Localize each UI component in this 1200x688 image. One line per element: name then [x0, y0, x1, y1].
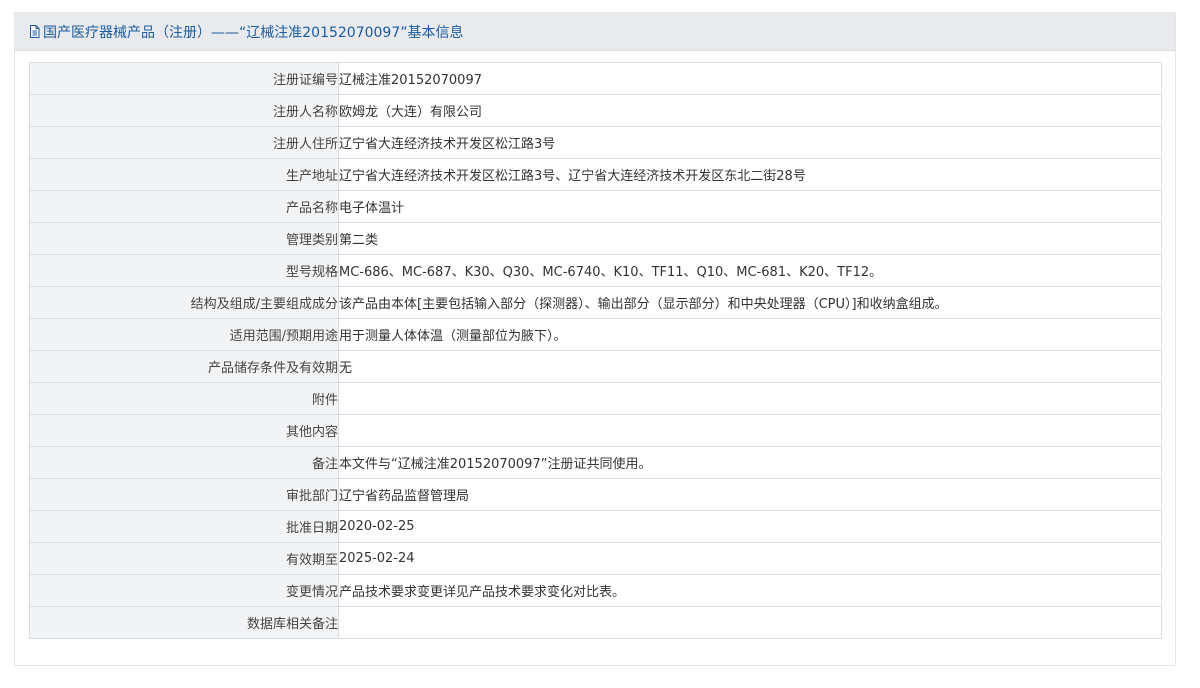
field-value: 辽宁省大连经济技术开发区松江路3号: [338, 126, 1162, 159]
field-value: 辽械注准20152070097: [338, 62, 1162, 95]
detail-panel: 国产医疗器械产品（注册）——“辽械注准20152070097”基本信息 注册证编…: [14, 12, 1176, 666]
field-label: 型号规格: [29, 254, 339, 287]
field-value: 用于测量人体体温（测量部位为腋下）。: [338, 318, 1162, 351]
table-row: 有效期至 2025-02-24: [29, 542, 1162, 575]
table-row: 产品名称 电子体温计: [29, 190, 1162, 223]
field-value: 欧姆龙（大连）有限公司: [338, 94, 1162, 127]
field-value: 无: [338, 350, 1162, 383]
table-row: 适用范围/预期用途 用于测量人体体温（测量部位为腋下）。: [29, 318, 1162, 351]
field-label: 管理类别: [29, 222, 339, 255]
field-label: 其他内容: [29, 414, 339, 447]
field-value: 电子体温计: [338, 190, 1162, 223]
table-row: 备注 本文件与“辽械注准20152070097”注册证共同使用。: [29, 446, 1162, 479]
field-value: MC-686、MC-687、K30、Q30、MC-6740、K10、TF11、Q…: [338, 254, 1162, 287]
table-row: 审批部门 辽宁省药品监督管理局: [29, 478, 1162, 511]
field-label: 注册人住所: [29, 126, 339, 159]
table-row: 生产地址 辽宁省大连经济技术开发区松江路3号、辽宁省大连经济技术开发区东北二街28…: [29, 158, 1162, 191]
field-label: 有效期至: [29, 542, 339, 575]
field-value: 本文件与“辽械注准20152070097”注册证共同使用。: [338, 446, 1162, 479]
field-label: 生产地址: [29, 158, 339, 191]
field-label: 附件: [29, 382, 339, 415]
panel-header: 国产医疗器械产品（注册）——“辽械注准20152070097”基本信息: [15, 13, 1175, 51]
field-value: 第二类: [338, 222, 1162, 255]
field-label: 注册证编号: [29, 62, 339, 95]
field-value: 2020-02-25: [338, 510, 1162, 543]
table-row: 管理类别 第二类: [29, 222, 1162, 255]
field-label: 备注: [29, 446, 339, 479]
document-icon: [29, 25, 40, 38]
field-label: 产品储存条件及有效期: [29, 350, 339, 383]
field-label: 注册人名称: [29, 94, 339, 127]
field-value: 辽宁省大连经济技术开发区松江路3号、辽宁省大连经济技术开发区东北二街28号: [338, 158, 1162, 191]
table-row: 附件: [29, 382, 1162, 415]
field-value: 该产品由本体[主要包括输入部分（探测器）、输出部分（显示部分）和中央处理器（CP…: [338, 286, 1162, 319]
panel-title: 国产医疗器械产品（注册）——“辽械注准20152070097”基本信息: [43, 24, 464, 41]
field-label: 结构及组成/主要组成成分: [29, 286, 339, 319]
info-table: 注册证编号 辽械注准20152070097 注册人名称 欧姆龙（大连）有限公司 注册人住…: [29, 62, 1162, 639]
table-row: 注册人住所 辽宁省大连经济技术开发区松江路3号: [29, 126, 1162, 159]
table-row: 结构及组成/主要组成成分 该产品由本体[主要包括输入部分（探测器）、输出部分（显示…: [29, 286, 1162, 319]
field-label: 适用范围/预期用途: [29, 318, 339, 351]
field-value: 2025-02-24: [338, 542, 1162, 575]
field-label: 数据库相关备注: [29, 606, 339, 639]
field-value: 产品技术要求变更详见产品技术要求变化对比表。: [338, 574, 1162, 607]
field-value: [338, 382, 1162, 415]
table-row: 产品储存条件及有效期无: [29, 350, 1162, 383]
field-value: 辽宁省药品监督管理局: [338, 478, 1162, 511]
field-label: 批准日期: [29, 510, 339, 543]
table-row: 型号规格 MC-686、MC-687、K30、Q30、MC-6740、K10、TF…: [29, 254, 1162, 287]
field-value: [338, 606, 1162, 639]
field-value: [338, 414, 1162, 447]
info-table-body: 注册证编号 辽械注准20152070097 注册人名称 欧姆龙（大连）有限公司 注册人住…: [29, 62, 1162, 639]
table-row: 其他内容: [29, 414, 1162, 447]
field-label: 产品名称: [29, 190, 339, 223]
field-label: 审批部门: [29, 478, 339, 511]
table-row: 数据库相关备注: [29, 606, 1162, 639]
table-row: 批准日期 2020-02-25: [29, 510, 1162, 543]
field-label: 变更情况: [29, 574, 339, 607]
table-row: 注册人名称 欧姆龙（大连）有限公司: [29, 94, 1162, 127]
table-row: 注册证编号 辽械注准20152070097: [29, 62, 1162, 95]
table-row: 变更情况 产品技术要求变更详见产品技术要求变化对比表。: [29, 574, 1162, 607]
